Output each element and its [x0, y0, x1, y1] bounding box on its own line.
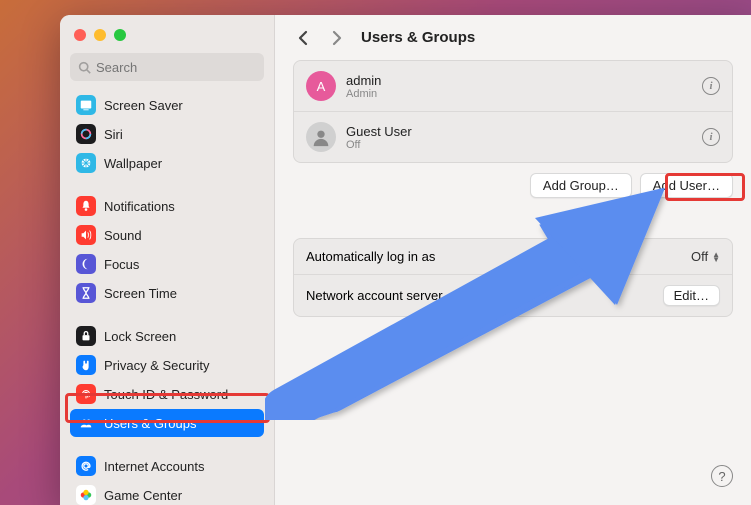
sidebar-item-users-groups[interactable]: Users & Groups [70, 409, 264, 437]
sidebar-item-label: Game Center [104, 488, 182, 503]
search-input[interactable] [96, 60, 256, 75]
settings-box: Automatically log in as Off ▲▼ Network a… [293, 238, 733, 317]
main-content: Users & Groups A admin Admin i Guest Use… [275, 15, 751, 505]
sidebar-item-label: Sound [104, 228, 142, 243]
search-field[interactable] [70, 53, 264, 81]
forward-button[interactable] [327, 30, 347, 46]
sidebar-item-label: Siri [104, 127, 123, 142]
autologin-value[interactable]: Off ▲▼ [691, 249, 720, 264]
people-icon [76, 413, 96, 433]
autologin-label: Automatically log in as [306, 249, 435, 264]
gamectr-icon [76, 485, 96, 505]
info-icon[interactable]: i [702, 77, 720, 95]
info-icon[interactable]: i [702, 128, 720, 146]
user-row-admin[interactable]: A admin Admin i [294, 61, 732, 112]
sidebar-item-siri[interactable]: Siri [70, 120, 264, 148]
avatar: A [306, 71, 336, 101]
hand-icon [76, 355, 96, 375]
sidebar-item-game-center[interactable]: Game Center [70, 481, 264, 505]
screensaver-icon [76, 95, 96, 115]
sidebar-item-label: Internet Accounts [104, 459, 204, 474]
maximize-button[interactable] [114, 29, 126, 41]
sidebar-item-label: Screen Saver [104, 98, 183, 113]
sidebar: Screen Saver Siri Wallpaper Notifications So… [60, 15, 275, 505]
hourglass-icon [76, 283, 96, 303]
edit-button[interactable]: Edit… [663, 285, 720, 306]
network-server-label: Network account server [306, 288, 443, 303]
sidebar-item-sound[interactable]: Sound [70, 221, 264, 249]
users-list: A admin Admin i Guest User Off i [293, 60, 733, 163]
sidebar-item-screen-saver[interactable]: Screen Saver [70, 91, 264, 119]
lock-icon [76, 326, 96, 346]
user-name: Guest User [346, 124, 702, 139]
sidebar-item-label: Touch ID & Password [104, 387, 228, 402]
sidebar-item-internet-accounts[interactable]: Internet Accounts [70, 452, 264, 480]
speaker-icon [76, 225, 96, 245]
siri-icon [76, 124, 96, 144]
sidebar-item-wallpaper[interactable]: Wallpaper [70, 149, 264, 177]
sidebar-item-label: Lock Screen [104, 329, 176, 344]
fingerprint-icon [76, 384, 96, 404]
user-role: Admin [346, 88, 702, 100]
moon-icon [76, 254, 96, 274]
sidebar-item-label: Users & Groups [104, 416, 196, 431]
sidebar-item-lock-screen[interactable]: Lock Screen [70, 322, 264, 350]
search-icon [78, 61, 91, 74]
wallpaper-icon [76, 153, 96, 173]
add-group-button[interactable]: Add Group… [530, 173, 632, 198]
bell-icon [76, 196, 96, 216]
sidebar-item-label: Privacy & Security [104, 358, 209, 373]
minimize-button[interactable] [94, 29, 106, 41]
sidebar-item-privacy-security[interactable]: Privacy & Security [70, 351, 264, 379]
sidebar-item-screen-time[interactable]: Screen Time [70, 279, 264, 307]
sidebar-item-touch-id-password[interactable]: Touch ID & Password [70, 380, 264, 408]
back-button[interactable] [293, 30, 313, 46]
help-button[interactable]: ? [711, 465, 733, 487]
autologin-row[interactable]: Automatically log in as Off ▲▼ [294, 239, 732, 275]
sidebar-item-focus[interactable]: Focus [70, 250, 264, 278]
user-name: admin [346, 73, 702, 88]
add-user-button[interactable]: Add User… [640, 173, 733, 198]
sidebar-item-notifications[interactable]: Notifications [70, 192, 264, 220]
sidebar-list: Screen Saver Siri Wallpaper Notifications So… [70, 91, 264, 505]
user-role: Off [346, 139, 702, 151]
network-server-row: Network account server Edit… [294, 275, 732, 316]
sidebar-item-label: Focus [104, 257, 139, 272]
avatar [306, 122, 336, 152]
chevron-updown-icon: ▲▼ [712, 252, 720, 262]
header: Users & Groups [293, 29, 733, 46]
page-title: Users & Groups [361, 29, 475, 46]
sidebar-item-label: Screen Time [104, 286, 177, 301]
sidebar-item-label: Notifications [104, 199, 175, 214]
close-button[interactable] [74, 29, 86, 41]
window-controls [70, 25, 264, 53]
system-settings-window: Screen Saver Siri Wallpaper Notifications So… [60, 15, 751, 505]
user-row-guest[interactable]: Guest User Off i [294, 112, 732, 162]
guest-silhouette-icon [310, 126, 332, 148]
sidebar-item-label: Wallpaper [104, 156, 162, 171]
button-row: Add Group… Add User… [293, 173, 733, 198]
at-icon [76, 456, 96, 476]
